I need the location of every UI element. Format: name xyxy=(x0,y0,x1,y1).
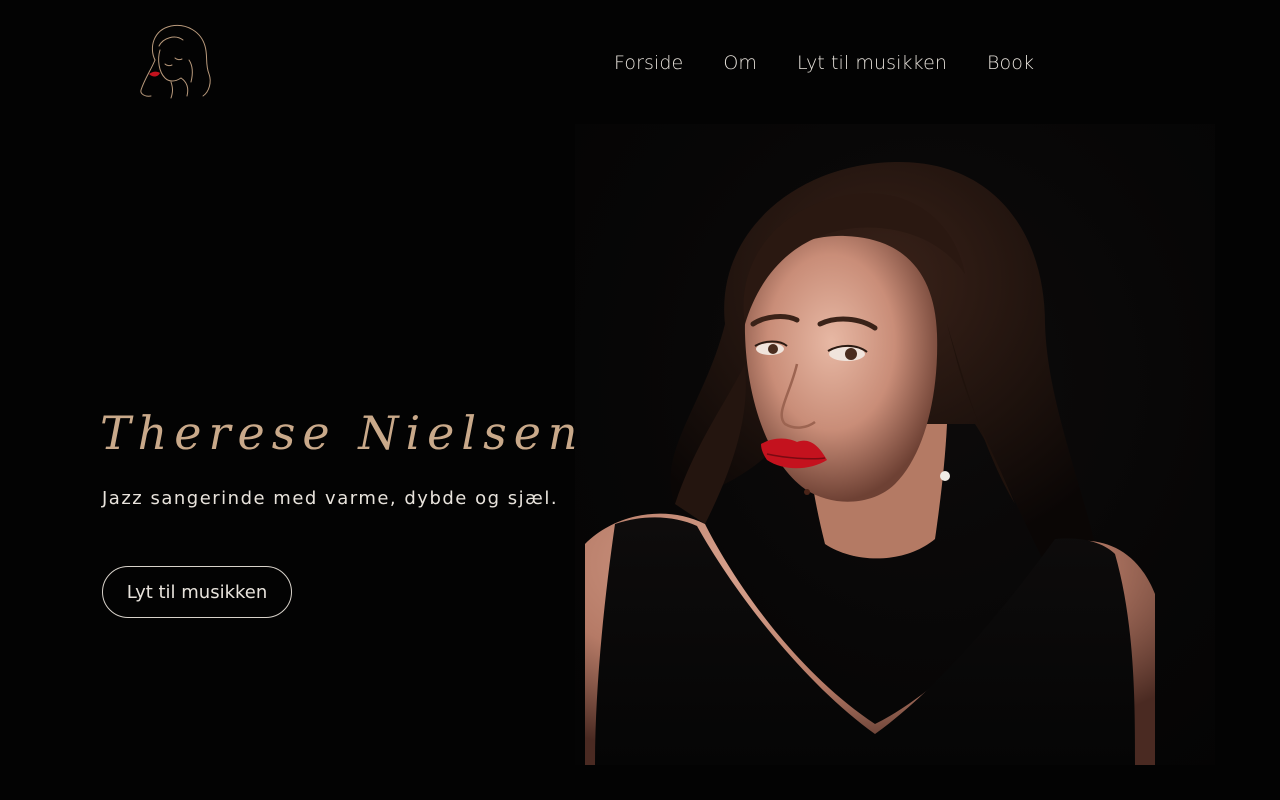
listen-music-button[interactable]: Lyt til musikken xyxy=(102,566,292,618)
nav-item-forside: Forside xyxy=(614,50,683,76)
hero-name: Therese Nielsen xyxy=(100,406,585,460)
nav-link-forside[interactable]: Forside xyxy=(614,50,683,76)
logo-link[interactable] xyxy=(135,20,217,102)
nav-item-book: Book xyxy=(987,50,1034,76)
nav-link-lyt-til-musikken[interactable]: Lyt til musikken xyxy=(797,50,947,76)
portrait-photo xyxy=(575,124,1215,765)
hero-tagline: Jazz sangerinde med varme, dybde og sjæl… xyxy=(102,488,559,509)
nav-item-om: Om xyxy=(723,50,757,76)
nav-link-om[interactable]: Om xyxy=(723,50,757,76)
nav-link-book[interactable]: Book xyxy=(987,50,1034,76)
main-nav: Forside Om Lyt til musikken Book xyxy=(614,50,1034,76)
nav-item-lyt: Lyt til musikken xyxy=(797,50,947,76)
page: Forside Om Lyt til musikken Book Therese… xyxy=(0,0,1280,800)
woman-line-art-logo-icon xyxy=(140,24,211,99)
